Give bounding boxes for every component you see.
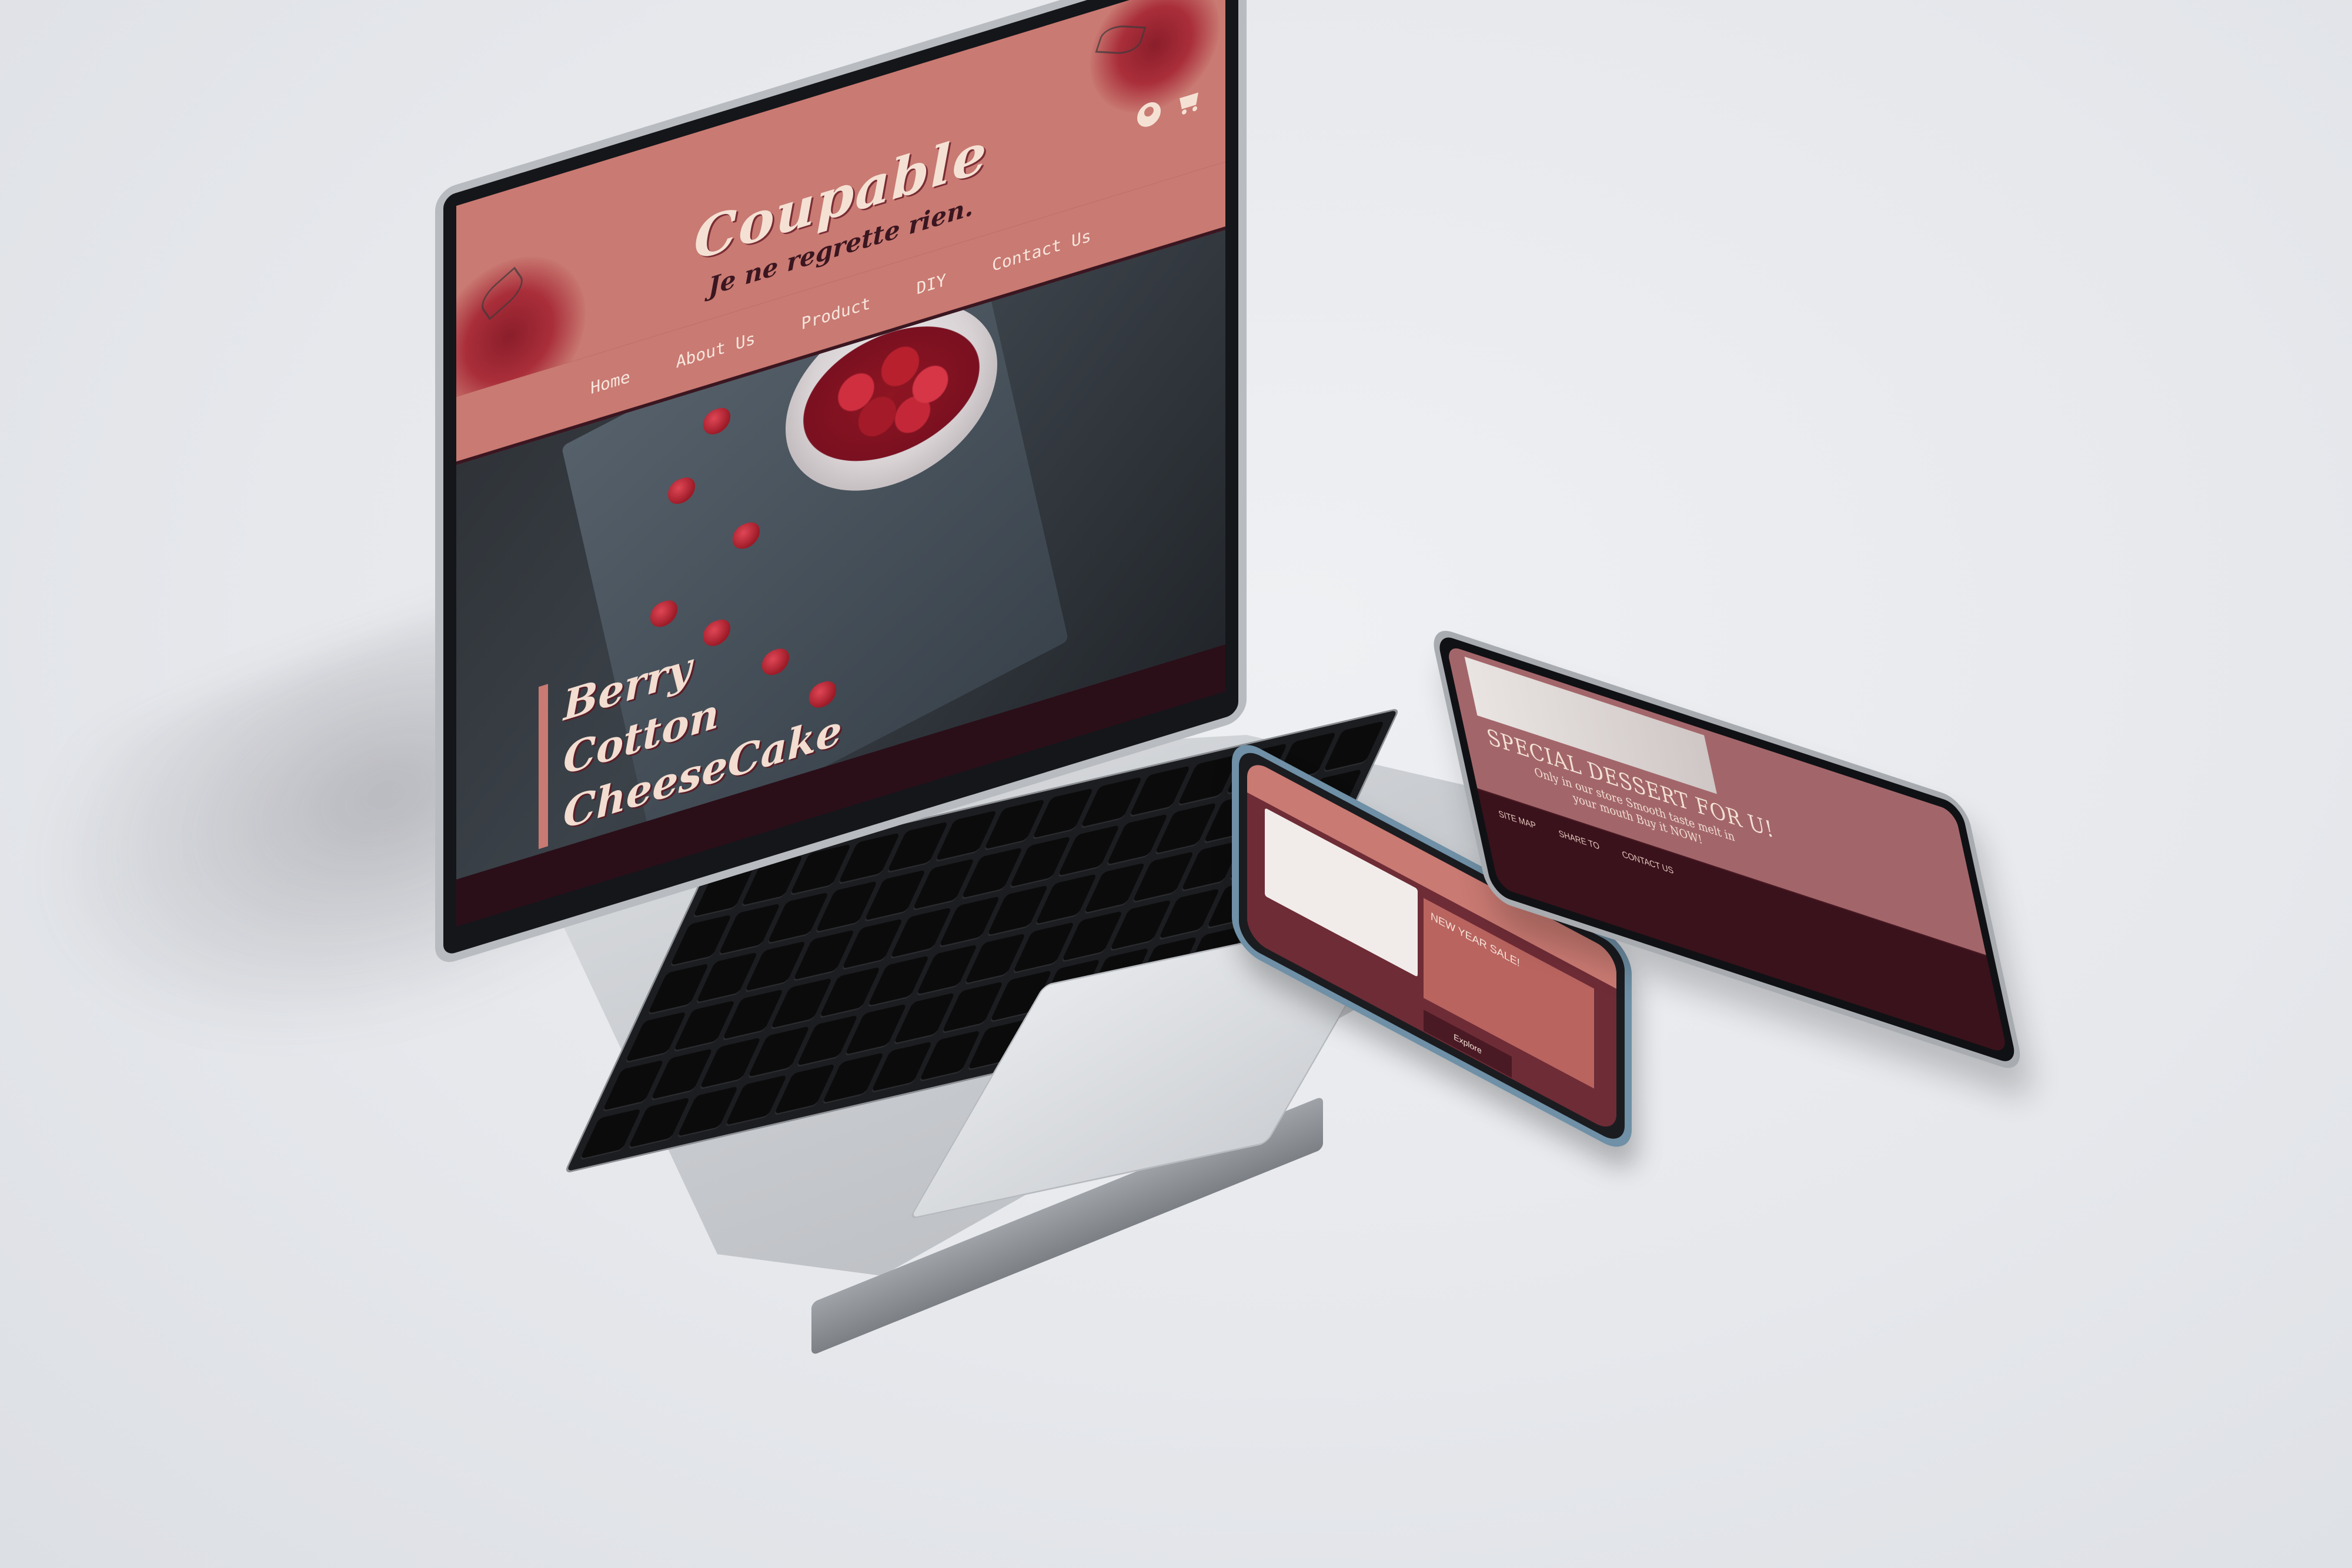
key (1157, 888, 1220, 941)
key (773, 1063, 836, 1116)
key (1131, 851, 1194, 904)
key (870, 1041, 933, 1094)
key (983, 799, 1045, 852)
key (676, 1085, 739, 1138)
key (1034, 873, 1097, 926)
key (1057, 825, 1120, 878)
key (863, 870, 926, 922)
key (960, 847, 1023, 900)
key (889, 907, 952, 959)
key (1154, 803, 1217, 855)
key (627, 1096, 690, 1150)
key (796, 1015, 858, 1068)
footer-share-to[interactable]: SHARE TO (1558, 828, 1614, 913)
nav-diy[interactable]: DIY (917, 270, 947, 298)
nav-product[interactable]: Product (801, 293, 871, 333)
key (673, 1000, 736, 1053)
key (1060, 911, 1123, 964)
key (818, 967, 881, 1019)
nav-home[interactable]: Home (590, 366, 630, 398)
key (695, 951, 758, 1005)
key (699, 1037, 761, 1090)
key (844, 1004, 907, 1057)
key (1008, 836, 1071, 889)
key (934, 810, 997, 863)
key (1031, 788, 1094, 841)
key (721, 989, 784, 1042)
key (1109, 900, 1172, 952)
key (1080, 777, 1142, 830)
key (747, 1026, 810, 1079)
key (766, 892, 829, 945)
key (744, 940, 807, 993)
key (821, 1052, 884, 1105)
key (602, 1059, 664, 1112)
key (1177, 754, 1240, 807)
key (937, 895, 1001, 948)
key (986, 884, 1049, 937)
nav-contact-us[interactable]: Contact Us (992, 225, 1091, 275)
key (841, 918, 904, 971)
key (1083, 862, 1146, 915)
key (1105, 814, 1168, 867)
footer-site-map[interactable]: SITE MAP (1498, 808, 1551, 892)
key (893, 992, 956, 1045)
key (915, 944, 978, 997)
key (579, 1108, 642, 1161)
key (918, 1029, 981, 1082)
key (886, 821, 948, 874)
key (1128, 765, 1191, 818)
key (718, 903, 781, 956)
key (867, 955, 930, 1008)
key (724, 1074, 787, 1127)
nav-about-us[interactable]: About Us (676, 328, 756, 372)
key (941, 981, 1004, 1034)
key (650, 1048, 713, 1101)
key (911, 858, 975, 911)
key (770, 978, 833, 1031)
key (792, 929, 855, 982)
footer-contact-us[interactable]: CONTACT US (1621, 848, 1688, 937)
key (815, 881, 878, 934)
key (963, 933, 1027, 986)
key (1012, 922, 1075, 975)
